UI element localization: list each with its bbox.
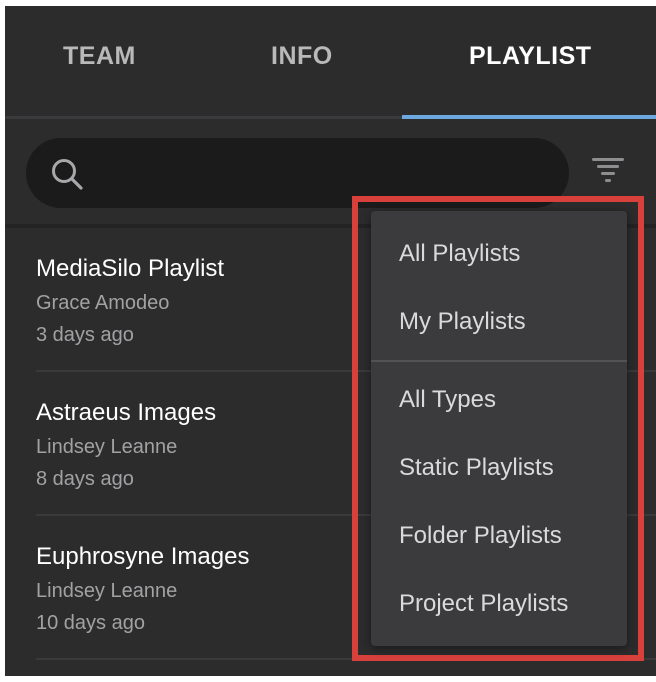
playlist-owner: Lindsey Leanne: [36, 580, 178, 602]
search-icon: [52, 159, 83, 190]
list-divider: [36, 658, 656, 660]
tab-bar: TEAM INFO PLAYLIST: [5, 6, 656, 119]
playlist-owner: Lindsey Leanne: [36, 436, 178, 458]
filter-icon[interactable]: [591, 152, 625, 186]
menu-divider: [371, 360, 627, 362]
playlist-title: Astraeus Images: [36, 399, 217, 426]
playlist-title: Euphrosyne Images: [36, 543, 250, 570]
playlist-owner: Grace Amodeo: [36, 292, 170, 314]
playlist-updated: 3 days ago: [36, 324, 134, 346]
search-input[interactable]: [100, 150, 550, 196]
menu-item-folder-playlists[interactable]: Folder Playlists: [399, 522, 562, 550]
playlist-updated: 8 days ago: [36, 468, 134, 490]
menu-item-static-playlists[interactable]: Static Playlists: [399, 454, 554, 482]
menu-item-all-types[interactable]: All Types: [399, 386, 496, 414]
menu-item-my-playlists[interactable]: My Playlists: [399, 308, 526, 336]
tab-playlist[interactable]: PLAYLIST: [469, 42, 592, 71]
menu-item-project-playlists[interactable]: Project Playlists: [399, 590, 568, 618]
playlist-updated: 10 days ago: [36, 612, 145, 634]
tab-info[interactable]: INFO: [271, 42, 333, 71]
playlist-title: MediaSilo Playlist: [36, 255, 225, 282]
filter-dropdown-menu: All Playlists My Playlists All Types Sta…: [371, 211, 627, 646]
search-box[interactable]: [26, 138, 569, 208]
tab-team[interactable]: TEAM: [63, 42, 136, 71]
menu-item-all-playlists[interactable]: All Playlists: [399, 240, 520, 268]
